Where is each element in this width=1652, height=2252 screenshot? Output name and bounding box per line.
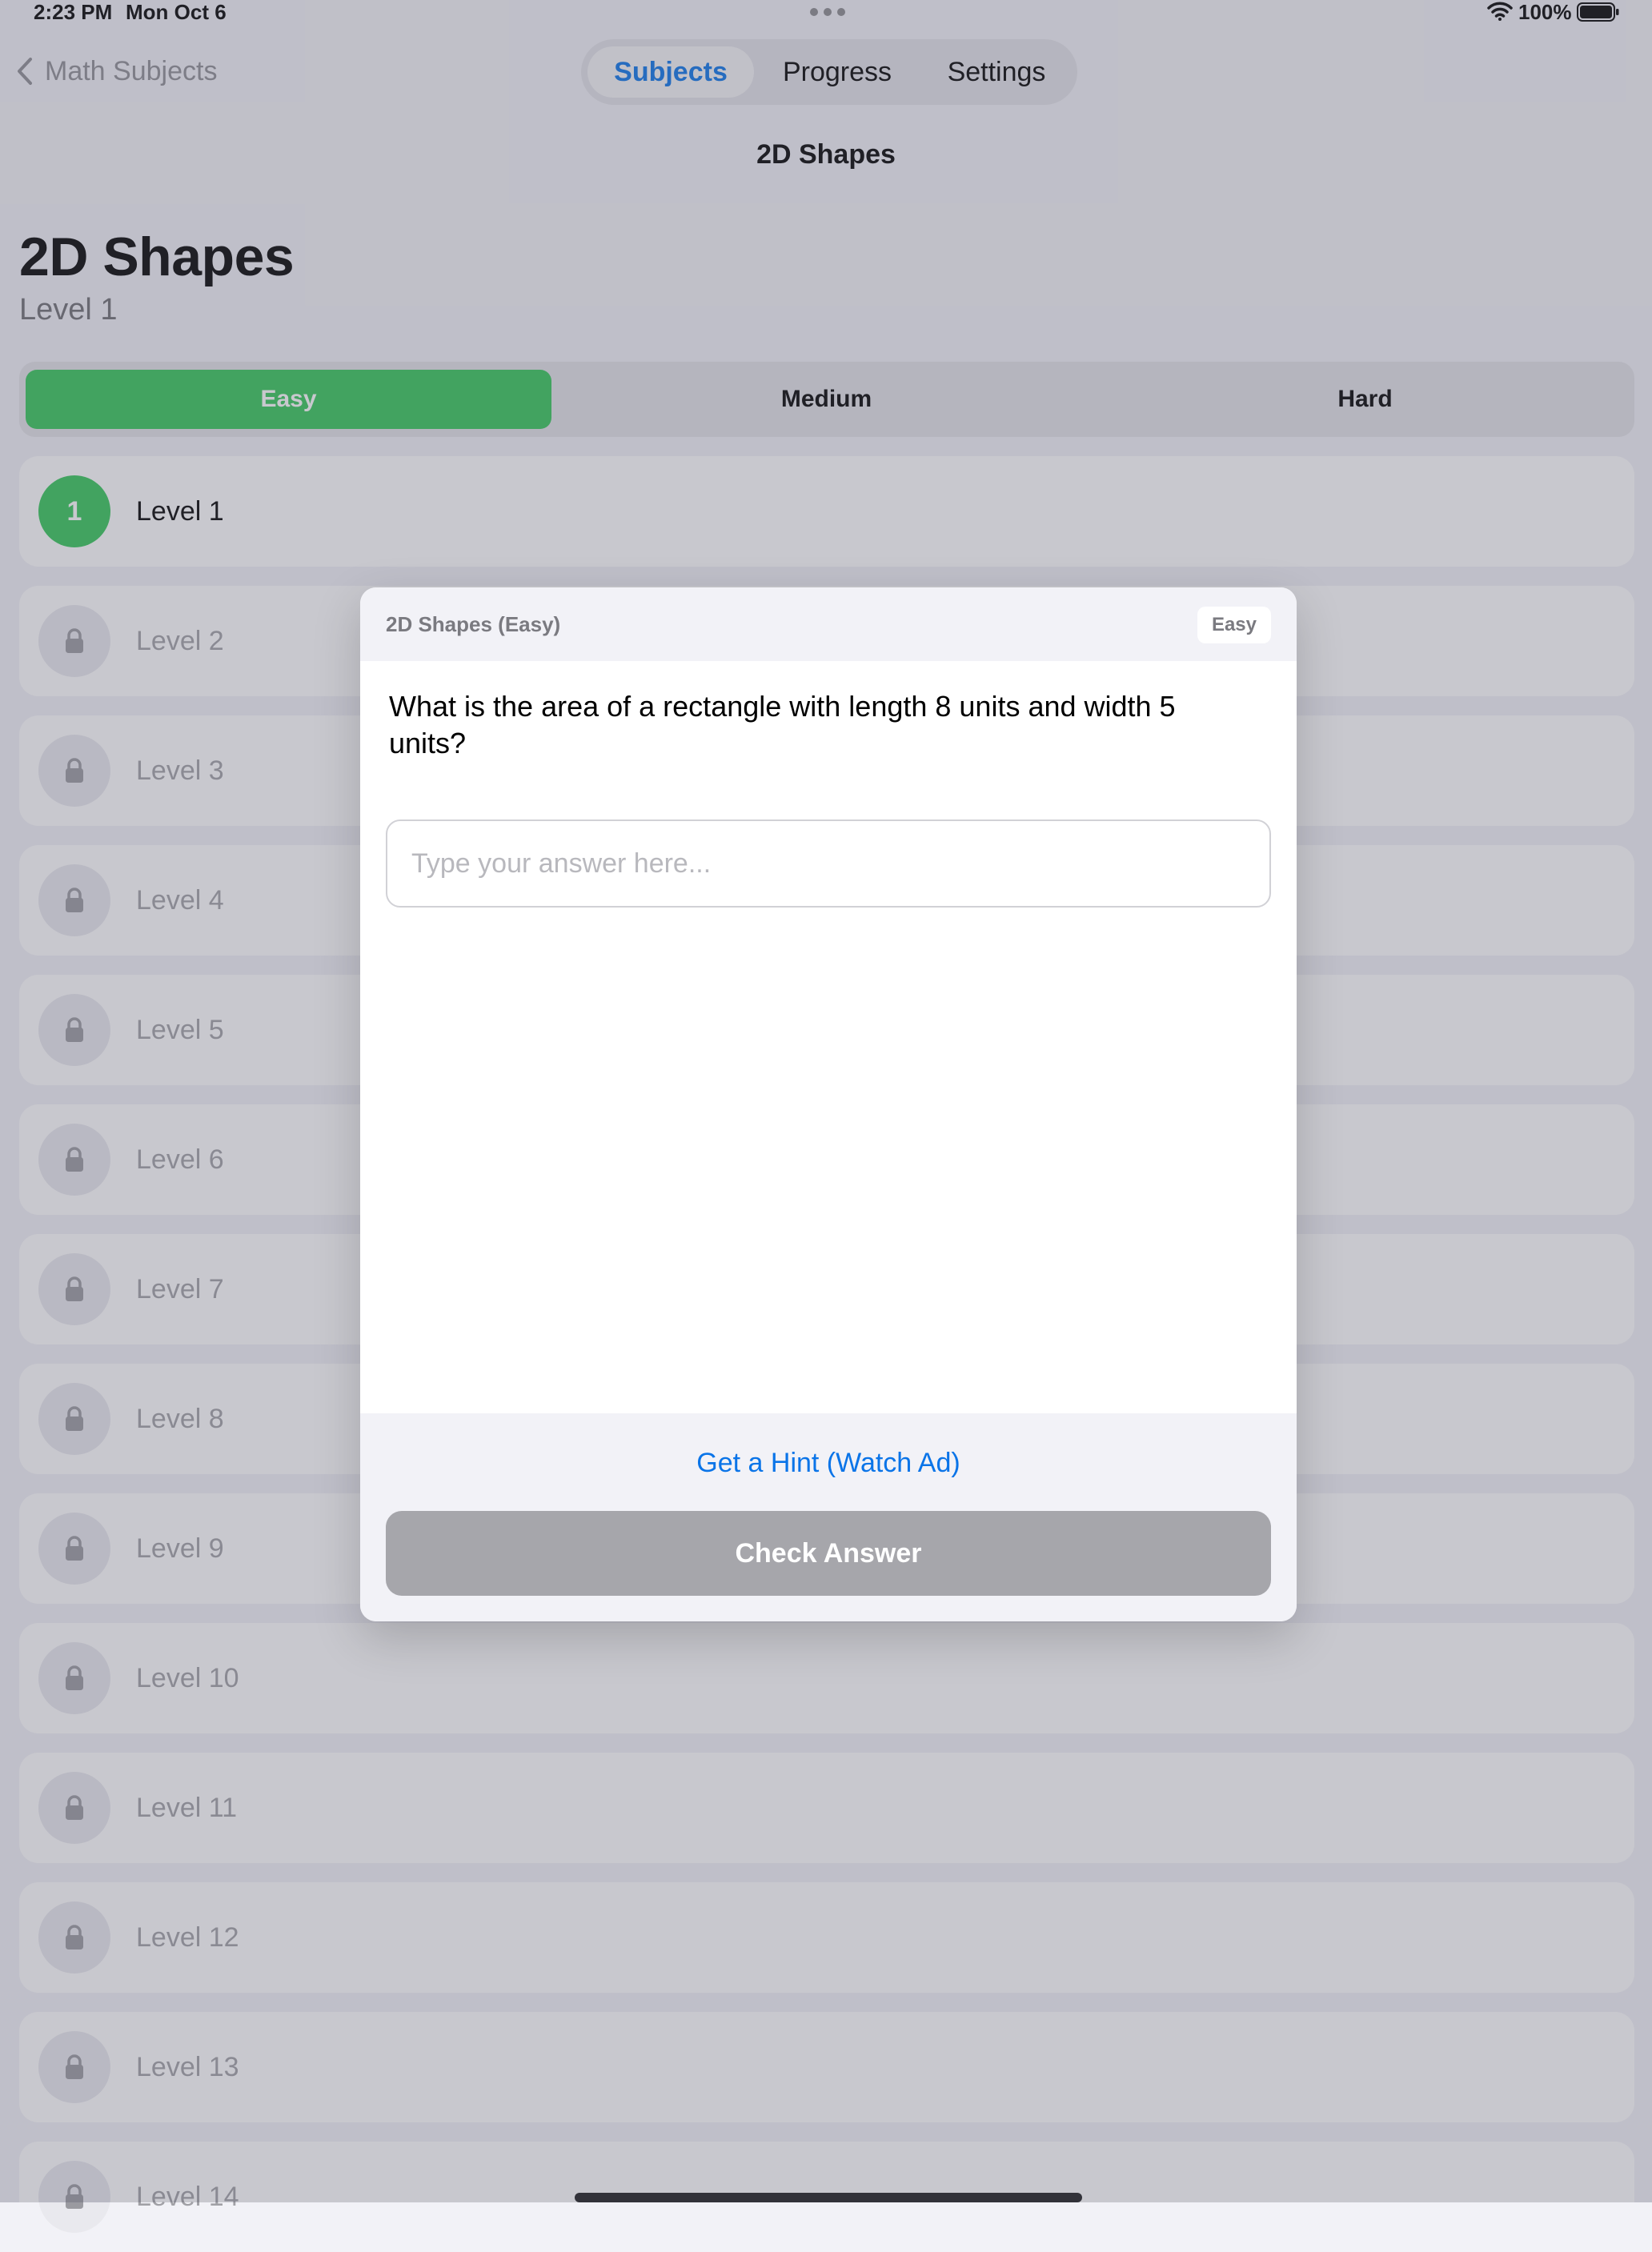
check-answer-button[interactable]: Check Answer: [386, 1511, 1271, 1596]
modal-header: 2D Shapes (Easy) Easy: [360, 587, 1297, 661]
screen: 2:23 PM Mon Oct 6 100% Math Subjects Sub…: [0, 0, 1652, 2233]
question-text: What is the area of a rectangle with len…: [389, 690, 1176, 759]
difficulty-badge: Easy: [1197, 607, 1271, 643]
modal-title: 2D Shapes (Easy): [386, 612, 561, 636]
get-hint-button[interactable]: Get a Hint (Watch Ad): [360, 1439, 1297, 1487]
answer-input[interactable]: [386, 819, 1271, 908]
question-modal: 2D Shapes (Easy) Easy What is the area o…: [360, 587, 1297, 1621]
modal-footer: Get a Hint (Watch Ad) Check Answer: [360, 1413, 1297, 1621]
